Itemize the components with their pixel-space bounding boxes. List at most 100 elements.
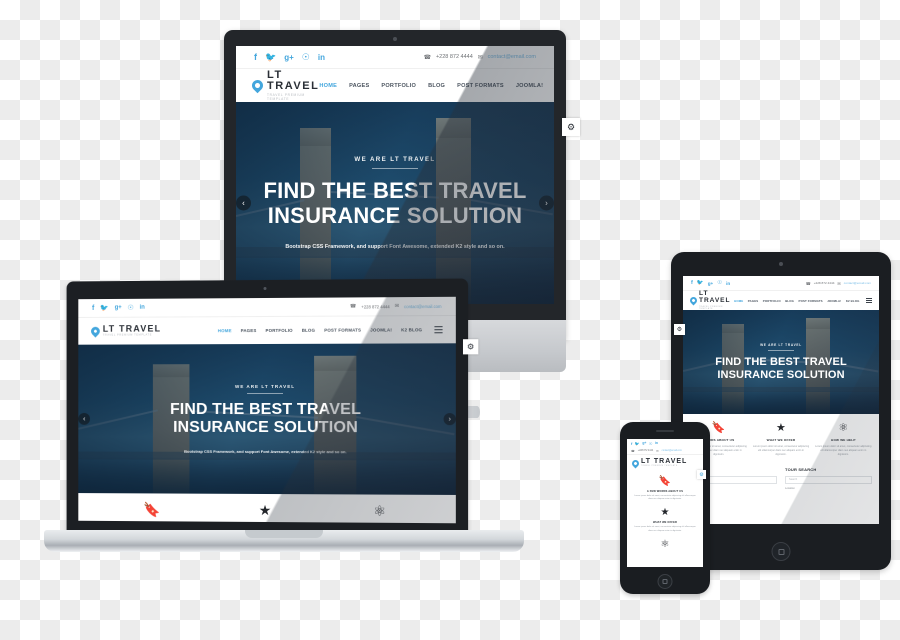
nav-item-home[interactable]: HOME	[319, 83, 337, 89]
pinterest-icon[interactable]: ☉	[302, 52, 310, 63]
nav-item-portfolio[interactable]: PORTFOLIO	[381, 83, 416, 89]
home-button-icon[interactable]	[657, 574, 673, 589]
nav-item-k2-blog[interactable]: K2 BLOG	[401, 327, 422, 332]
site-logo[interactable]: LT TRAVEL TRAVEL PREMIUM TEMPLATE	[249, 70, 319, 100]
googleplus-icon[interactable]: g+	[708, 281, 714, 286]
email-address[interactable]: contact@email.com	[488, 54, 536, 60]
phone-icon: ☎	[805, 280, 811, 286]
hero-subtitle: Bootstrap CSS Framework, and support Fon…	[285, 244, 505, 251]
hamburger-icon[interactable]	[434, 326, 443, 334]
email-address[interactable]: contact@email.com	[662, 450, 682, 452]
linkedin-icon[interactable]: in	[726, 281, 730, 286]
settings-gear-button[interactable]: ⚙	[674, 324, 685, 335]
facebook-icon[interactable]: f	[691, 280, 693, 286]
tour-search-column: TOUR SEARCH Search Location	[785, 467, 872, 490]
nav-item-blog[interactable]: BLOG	[785, 299, 794, 303]
nav-item-home[interactable]: HOME	[218, 328, 232, 333]
hero-next-button[interactable]: ›	[539, 195, 554, 211]
nav-item-post-formats[interactable]: POST FORMATS	[457, 83, 504, 89]
hero-prev-button[interactable]: ‹	[236, 195, 251, 211]
phone-icon: ☎	[631, 448, 635, 453]
phone-number[interactable]: +228 872 4444	[361, 304, 389, 309]
logo-text: LT TRAVEL TRAVEL PREMIUM TEMPLATE	[103, 323, 162, 337]
linkedin-icon[interactable]: in	[140, 305, 145, 311]
twitter-icon[interactable]: 🐦	[265, 52, 276, 63]
hero-prev-button[interactable]: ‹	[78, 412, 91, 425]
nav-menu: HOME PAGES PORTFOLIO BLOG POST FORMATS J…	[218, 326, 443, 334]
nav-item-joomla[interactable]: JOOMLA!	[516, 83, 543, 89]
twitter-icon[interactable]: 🐦	[100, 304, 109, 312]
hero-divider	[247, 392, 283, 394]
bookmark-icon: 🔖	[143, 501, 161, 518]
feature-title: A FEW WORDS ABOUT US	[646, 490, 684, 493]
googleplus-icon[interactable]: g+	[115, 305, 122, 311]
nav-item-portfolio[interactable]: PORTFOLIO	[763, 299, 781, 303]
iphone-mobile: f 🐦 g+ ☉ in ☎ +228 872 4444 ✉ contact@em…	[620, 422, 710, 594]
googleplus-icon[interactable]: g+	[642, 441, 646, 445]
tour-search-input[interactable]: Search	[785, 475, 872, 484]
settings-gear-button[interactable]: ⚙	[462, 339, 479, 355]
contact-bar: ☎ +228 872 4444 ✉ contact@email.com	[627, 447, 703, 454]
feature-body: Lorem ipsum dolor sit amet, consectetur …	[752, 445, 810, 456]
linkedin-icon[interactable]: in	[318, 53, 325, 62]
hero-slider: WE ARE LT TRAVEL FIND THE BEST TRAVEL IN…	[236, 102, 554, 304]
pinterest-icon[interactable]: ☉	[717, 280, 722, 286]
feature-how-we-help: ⚛ HOW WE HELP Lorem ipsum dolor sit amet…	[815, 423, 872, 457]
nav-item-joomla[interactable]: JOOMLA!	[827, 299, 841, 303]
feature-title: WHAT WE OFFER	[652, 521, 678, 525]
crown-icon: ⚛	[373, 502, 386, 519]
main-navbar: LT TRAVEL TRAVEL PREMIUM TEMPLATE	[627, 454, 703, 471]
nav-item-k2-blog[interactable]: K2 BLOG	[846, 299, 860, 303]
nav-item-post-formats[interactable]: POST FORMATS	[324, 328, 361, 333]
social-links[interactable]: f 🐦 g+ ☉ in	[631, 441, 658, 446]
feature-body: Lorem ipsum dolor sit amet, consectetur …	[634, 495, 696, 501]
facebook-icon[interactable]: f	[254, 52, 257, 62]
nav-item-joomla[interactable]: JOOMLA!	[370, 327, 392, 332]
pinterest-icon[interactable]: ☉	[128, 304, 134, 312]
hero-content: WE ARE LT TRAVEL FIND THE BEST TRAVEL IN…	[236, 102, 554, 304]
nav-item-pages[interactable]: PAGES	[349, 83, 369, 89]
logo-tagline: TRAVEL PREMIUM TEMPLATE	[699, 305, 723, 310]
feature-how-we-help: ⚛	[322, 502, 437, 519]
facebook-icon[interactable]: f	[92, 305, 94, 312]
phone-number[interactable]: +228 872 4444	[814, 281, 835, 285]
facebook-icon[interactable]: f	[631, 441, 632, 446]
settings-gear-button[interactable]: ⚙	[562, 118, 580, 136]
nav-item-portfolio[interactable]: PORTFOLIO	[265, 328, 292, 333]
pinterest-icon[interactable]: ☉	[649, 441, 653, 446]
feature-what-we-offer: ★	[208, 502, 322, 518]
nav-item-home[interactable]: HOME	[734, 299, 743, 303]
social-links[interactable]: f 🐦 g+ ☉ in	[691, 280, 730, 286]
settings-gear-button[interactable]: ⚙	[697, 470, 706, 479]
hero-next-button[interactable]: ›	[443, 413, 456, 426]
phone-number[interactable]: +228 872 4444	[638, 450, 653, 452]
email-address[interactable]: contact@email.com	[844, 281, 871, 285]
googleplus-icon[interactable]: g+	[284, 53, 294, 62]
nav-item-post-formats[interactable]: POST FORMATS	[799, 299, 823, 303]
social-links[interactable]: f 🐦 g+ ☉ in	[92, 304, 145, 312]
logo-name: LT TRAVEL	[699, 290, 731, 304]
main-navbar: LT TRAVEL TRAVEL PREMIUM TEMPLATE HOME P…	[78, 314, 456, 345]
site-logo[interactable]: LT TRAVEL TRAVEL PREMIUM TEMPLATE	[630, 458, 687, 468]
feature-title: HOW WE HELP	[831, 438, 856, 442]
feature-words-about-us: 🔖	[96, 501, 208, 518]
nav-item-blog[interactable]: BLOG	[302, 328, 315, 333]
nav-item-blog[interactable]: BLOG	[428, 83, 445, 89]
twitter-icon[interactable]: 🐦	[635, 441, 640, 446]
nav-item-pages[interactable]: PAGES	[748, 299, 759, 303]
contact-info: ☎ +228 872 4444 ✉ contact@email.com	[424, 54, 536, 61]
twitter-icon[interactable]: 🐦	[697, 280, 704, 286]
hamburger-icon[interactable]	[866, 298, 872, 303]
nav-item-pages[interactable]: PAGES	[241, 328, 257, 333]
home-button-icon[interactable]	[771, 542, 791, 561]
linkedin-icon[interactable]: in	[655, 441, 658, 445]
main-navbar: LT TRAVEL TRAVEL PREMIUM TEMPLATE HOME P…	[683, 290, 879, 310]
social-links[interactable]: f 🐦 g+ ☉ in	[254, 52, 325, 63]
main-navbar: LT TRAVEL TRAVEL PREMIUM TEMPLATE HOME P…	[236, 68, 554, 102]
phone-number[interactable]: +228 872 4444	[436, 54, 473, 60]
site-logo[interactable]: LT TRAVEL TRAVEL PREMIUM TEMPLATE	[89, 323, 162, 338]
site-logo[interactable]: LT TRAVEL TRAVEL PREMIUM TEMPLATE	[688, 290, 734, 310]
email-address[interactable]: contact@email.com	[404, 303, 441, 308]
hero-content: WE ARE LT TRAVEL FIND THE BEST TRAVEL IN…	[683, 310, 879, 414]
top-bar: f 🐦 g+ ☉ in ☎ +228 872 4444 ✉ contact@em…	[683, 276, 879, 290]
